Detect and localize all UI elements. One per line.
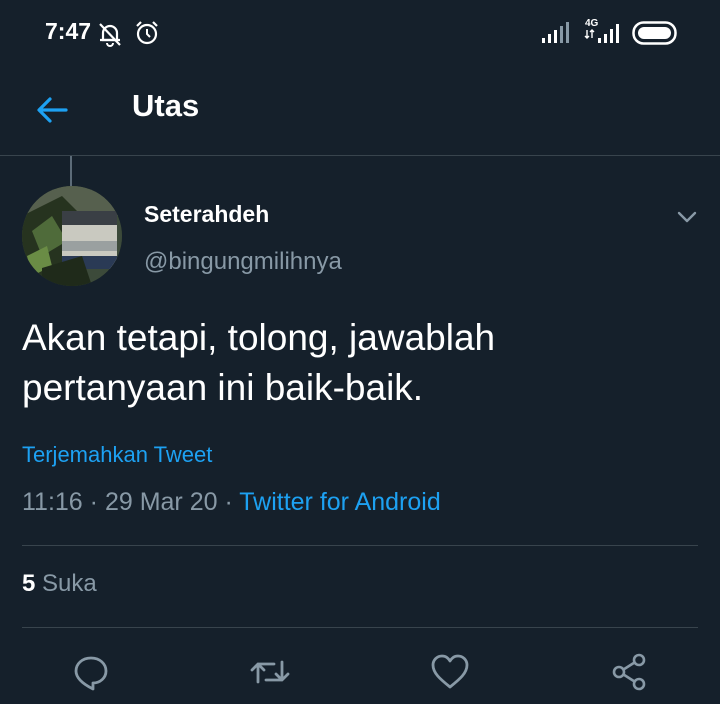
retweet-icon (250, 660, 290, 684)
translate-tweet-link[interactable]: Terjemahkan Tweet (22, 442, 212, 468)
header: Utas (0, 66, 720, 156)
likes-label: Suka (42, 570, 97, 597)
status-time: 7:47 (45, 18, 92, 44)
tweet-text-line: Akan tetapi, tolong, jawablah (22, 317, 496, 358)
like-icon (431, 654, 469, 689)
retweet-button[interactable] (248, 650, 292, 694)
signal-4g-icon (584, 24, 619, 43)
meta-separator: · (82, 488, 105, 516)
battery-icon (632, 21, 677, 45)
share-icon (612, 653, 646, 691)
page-title: Utas (132, 88, 200, 123)
likes-number: 5 (22, 570, 36, 597)
share-button[interactable] (607, 650, 651, 694)
tweet-source-link[interactable]: Twitter for Android (239, 488, 440, 516)
status-bar: 7:47 4G (0, 0, 720, 66)
likes-count[interactable]: 5 Suka (22, 570, 97, 598)
tweet-text-line: pertanyaan ini baik-baik. (22, 367, 424, 408)
tweet-menu-button[interactable] (670, 200, 704, 234)
reply-button[interactable] (69, 650, 113, 694)
divider (22, 545, 698, 546)
alarm-icon (136, 21, 158, 45)
tweet-meta: 11:16 · 29 Mar 20 · Twitter for Android (22, 488, 441, 517)
back-arrow-icon (37, 97, 68, 123)
notifications-off-icon (99, 23, 121, 47)
signal-icon (542, 22, 569, 43)
back-button[interactable] (30, 88, 74, 132)
tweet-time: 11:16 (22, 488, 83, 516)
tweet-date: 29 Mar 20 (104, 488, 218, 516)
reply-icon (74, 656, 108, 691)
author-handle[interactable]: @bingungmilihnya (144, 248, 342, 276)
avatar-image (22, 186, 122, 286)
like-button[interactable] (428, 650, 472, 694)
meta-separator: · (217, 488, 240, 516)
divider (22, 627, 698, 628)
avatar[interactable] (22, 186, 122, 286)
tweet-text: Akan tetapi, tolong, jawablah pertanyaan… (22, 313, 692, 413)
author-name[interactable]: Seterahdeh (144, 201, 269, 228)
chevron-down-icon (677, 211, 697, 223)
thread-line (70, 156, 72, 186)
